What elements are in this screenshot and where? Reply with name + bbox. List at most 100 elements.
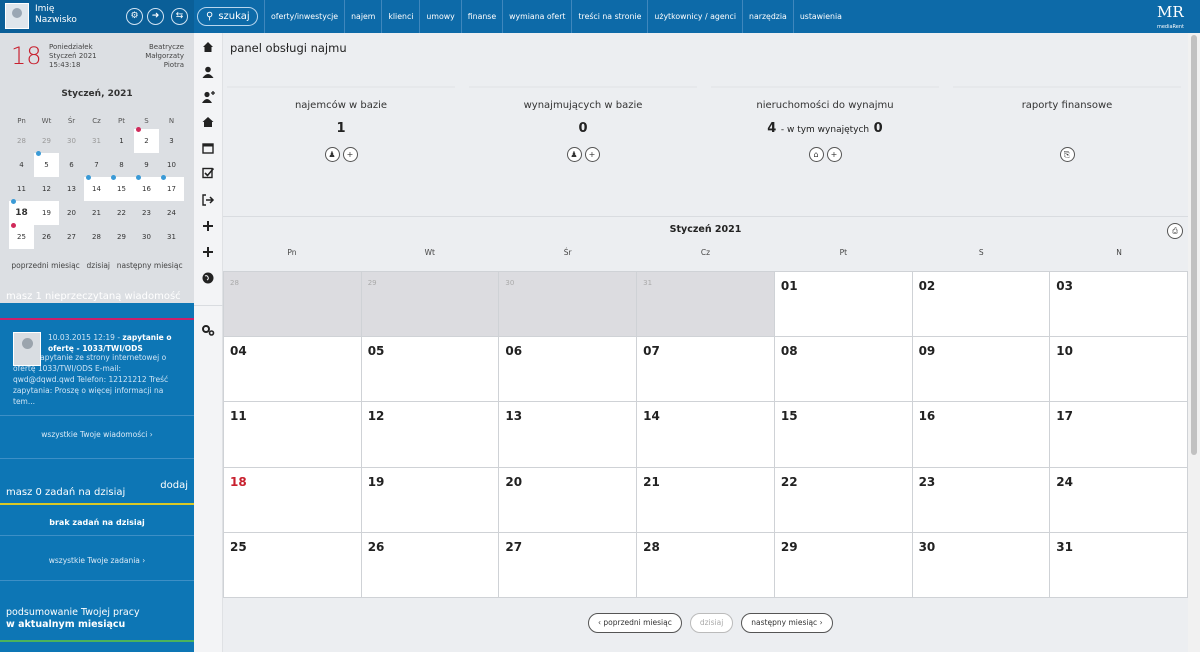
mini-day[interactable]: 29 [109,225,134,249]
calendar-day[interactable]: 05 [361,337,500,403]
mini-day[interactable]: 19 [34,201,59,225]
scrollbar-thumb[interactable] [1191,35,1197,455]
user-icon[interactable] [201,65,215,79]
mini-day[interactable]: 9 [134,153,159,177]
calendar-icon[interactable] [201,141,215,155]
calendar-day[interactable]: 02 [912,272,1051,338]
mini-day[interactable]: 22 [109,201,134,225]
avatar[interactable] [5,3,29,29]
all-tasks-link[interactable]: wszystkie Twoje zadania › [0,556,194,565]
calendar-day[interactable]: 07 [637,337,775,403]
mini-day[interactable]: 23 [134,201,159,225]
mini-day[interactable]: 5 [34,151,59,177]
calendar-day[interactable]: 25 [224,532,362,598]
add-tenant-icon[interactable]: + [342,147,358,162]
menu-item[interactable]: wymiana ofert [502,0,571,33]
scrollbar[interactable] [1188,33,1200,652]
mini-day[interactable]: 12 [34,177,59,201]
calendar-day[interactable]: 14 [637,402,775,468]
calendar-day[interactable]: 09 [912,337,1051,403]
gears-icon[interactable] [201,323,215,337]
mini-day[interactable]: 4 [9,153,34,177]
mini-day[interactable]: 31 [84,129,109,153]
calendar-day[interactable]: 17 [1050,402,1188,468]
prev-month-button[interactable]: ‹ poprzedni miesiąc [588,613,682,633]
menu-item[interactable]: umowy [419,0,460,33]
reports-icon[interactable]: ⎘ [1059,147,1075,162]
calendar-day[interactable]: 31 [637,272,775,338]
menu-item[interactable]: finanse [460,0,502,33]
mini-day[interactable]: 3 [159,129,184,153]
calendar-day[interactable]: 16 [912,402,1051,468]
mini-day[interactable]: 26 [34,225,59,249]
menu-item[interactable]: klienci [381,0,419,33]
mini-day[interactable]: 20 [59,201,84,225]
menu-item[interactable]: użytkownicy / agenci [647,0,742,33]
mini-day[interactable]: 24 [159,201,184,225]
mini-day[interactable]: 1 [109,129,134,153]
user-name[interactable]: Imię Nazwisko [35,4,77,26]
menu-item[interactable]: narzędzia [742,0,793,33]
landlord-list-icon[interactable]: ♟ [566,147,582,162]
message-item[interactable]: 10.03.2015 12:19 - zapytanie o ofertę - … [13,332,183,407]
calendar-day[interactable]: 24 [1050,467,1188,533]
next-month-button[interactable]: następny miesiąc › [741,613,833,633]
calendar-day[interactable]: 15 [774,402,913,468]
calendar-day[interactable]: 29 [361,272,500,338]
home-icon[interactable] [201,40,215,54]
mini-day[interactable]: 28 [9,129,34,153]
today-button[interactable]: dzisiaj [689,613,734,633]
mini-day[interactable]: 28 [84,225,109,249]
mini-day[interactable]: 29 [34,129,59,153]
menu-item[interactable]: ustawienia [792,0,848,33]
menu-item[interactable]: oferty/inwestycje [264,0,344,33]
globe-icon[interactable] [201,271,215,285]
search-button[interactable]: ⚲ szukaj [197,7,258,26]
mini-day[interactable]: 16 [134,175,159,201]
mini-day[interactable]: 17 [159,175,184,201]
calendar-day[interactable]: 21 [637,467,775,533]
menu-item[interactable]: najem [344,0,381,33]
mini-day[interactable]: 10 [159,153,184,177]
add-property-icon[interactable]: + [826,147,842,162]
mini-day[interactable]: 15 [109,175,134,201]
calendar-day[interactable]: 13 [499,402,638,468]
calendar-day[interactable]: 19 [361,467,500,533]
calendar-day[interactable]: 08 [774,337,913,403]
mini-today[interactable]: dzisiaj [87,261,110,270]
add-user-icon[interactable] [201,90,215,104]
logout-icon[interactable]: ➜ [147,8,164,25]
mini-day[interactable]: 27 [59,225,84,249]
calendar-day[interactable]: 12 [361,402,500,468]
menu-item[interactable]: treści na stronie [571,0,647,33]
calendar-day[interactable]: 10 [1050,337,1188,403]
calendar-day[interactable]: 03 [1050,272,1188,338]
calendar-day[interactable]: 04 [224,337,362,403]
print-icon[interactable]: ⎙ [1167,223,1183,239]
calendar-day[interactable]: 30 [499,272,638,338]
checkbox-icon[interactable] [201,166,215,180]
mini-day[interactable]: 30 [59,129,84,153]
calendar-day[interactable]: 31 [1050,532,1188,598]
messages-header[interactable]: masz 1 nieprzeczytaną wiadomość [0,291,194,302]
calendar-day[interactable]: 18 [224,467,362,533]
mini-day[interactable]: 31 [159,225,184,249]
calendar-day[interactable]: 01 [774,272,913,338]
calendar-day[interactable]: 06 [499,337,638,403]
calendar-day[interactable]: 22 [774,467,913,533]
mini-day[interactable]: 21 [84,201,109,225]
calendar-day[interactable]: 26 [361,532,500,598]
property-list-icon[interactable]: ⌂ [808,147,824,162]
plus-icon[interactable] [201,219,215,233]
user-switch-icon[interactable]: ⇆ [171,8,188,25]
tenant-list-icon[interactable]: ♟ [324,147,340,162]
calendar-day[interactable]: 20 [499,467,638,533]
mini-day[interactable]: 25 [9,223,34,249]
mini-day[interactable]: 14 [84,175,109,201]
mini-day[interactable]: 30 [134,225,159,249]
calendar-day[interactable]: 28 [224,272,362,338]
calendar-day[interactable]: 28 [637,532,775,598]
add-task-button[interactable]: dodaj [160,480,188,491]
add-landlord-icon[interactable]: + [584,147,600,162]
calendar-day[interactable]: 11 [224,402,362,468]
